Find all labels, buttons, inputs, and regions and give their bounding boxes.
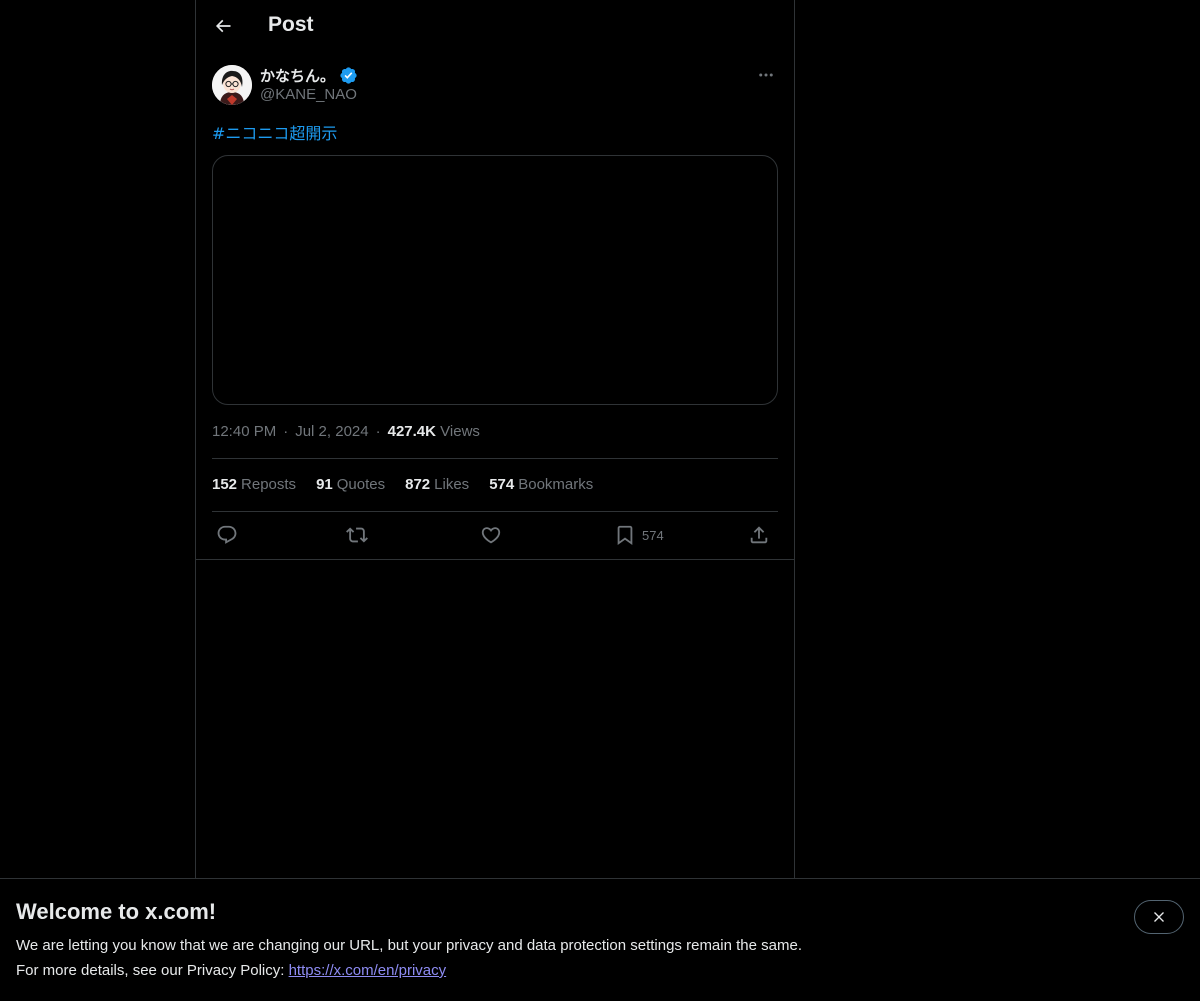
repost-icon [346,527,368,543]
display-name[interactable]: かなちん。 [260,65,335,86]
stat-label: Quotes [336,476,386,493]
banner-privacy-line: For more details, see our Privacy Policy… [16,962,446,979]
meta-separator: · [283,423,289,440]
bookmark-button[interactable]: 574 [614,521,664,549]
avatar[interactable] [212,65,252,105]
divider [212,458,778,459]
post-time[interactable]: 12:40 PM [212,423,276,440]
bookmark-icon [617,525,633,546]
page-title: Post [268,13,314,36]
stat-count: 152 [212,476,238,493]
display-name-row: かなちん。 [260,65,358,85]
action-bar: 574 [212,521,778,549]
share-icon [750,526,768,544]
back-button[interactable] [206,9,240,43]
post-meta: 12:40 PM · Jul 2, 2024 · 427.4K Views [212,423,480,440]
avatar-illustration [212,65,252,105]
reply-icon [217,525,237,544]
stat-count: 574 [489,476,515,493]
repost-button[interactable] [346,521,368,549]
post-author: かなちん。 @KANE_NAO [212,65,778,107]
stat-bookmarks[interactable]: 574 Bookmarks [489,476,593,493]
views-label: Views [440,423,480,440]
share-button[interactable] [748,521,770,549]
stat-label: Bookmarks [518,476,594,493]
heart-icon [481,527,501,544]
hashtag-link[interactable]: #ニコニコ超開示 [212,124,337,143]
close-icon [1154,912,1164,922]
stat-label: Likes [434,476,470,493]
divider [212,511,778,512]
divider [196,559,794,560]
welcome-banner: Welcome to x.com! We are letting you kno… [0,878,1200,1001]
views-count: 427.4K [387,423,436,440]
more-options-button[interactable] [754,65,778,85]
bookmark-count: 574 [642,527,664,543]
primary-column: Post かなちん。 @KANE_NAO #ニコニコ超開示 12:40 PM ·… [195,0,795,1000]
stat-label: Reposts [241,476,297,493]
like-button[interactable] [480,521,502,549]
views: 427.4K Views [388,423,480,440]
meta-separator: · [375,423,381,440]
stat-count: 872 [405,476,431,493]
arrow-left-icon [215,19,231,33]
banner-close-button[interactable] [1134,900,1184,934]
stat-reposts[interactable]: 152 Reposts [212,476,296,493]
stat-likes[interactable]: 872 Likes [405,476,469,493]
banner-title: Welcome to x.com! [16,899,217,924]
post-text: #ニコニコ超開示 [212,120,337,144]
privacy-policy-link[interactable]: https://x.com/en/privacy [289,962,447,979]
verified-badge-icon [340,66,357,84]
banner-privacy-prefix: For more details, see our Privacy Policy… [16,962,289,979]
banner-message: We are letting you know that we are chan… [16,937,802,954]
post-media[interactable] [212,155,778,405]
post-date[interactable]: Jul 2, 2024 [295,423,368,440]
stat-quotes[interactable]: 91 Quotes [316,476,385,493]
post-stats: 152 Reposts 91 Quotes 872 Likes 574 Bookmark… [212,476,593,493]
more-horizontal-icon [759,73,773,77]
page-header: Post [196,0,794,53]
stat-count: 91 [316,476,333,493]
reply-button[interactable] [216,521,238,549]
user-handle[interactable]: @KANE_NAO [260,86,357,103]
